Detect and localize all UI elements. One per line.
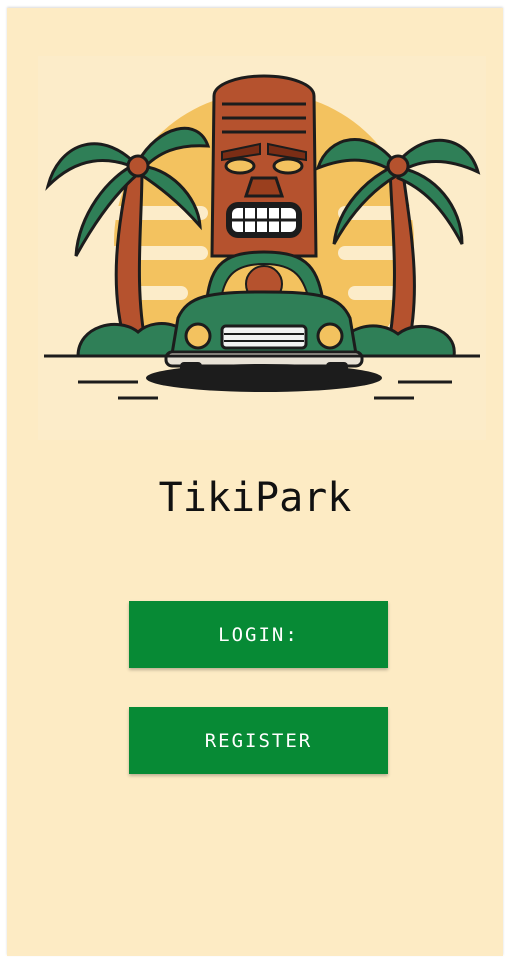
device-frame: TikiPark LOGIN: REGISTER	[0, 0, 505, 963]
app-title: TikiPark	[158, 475, 352, 521]
register-button[interactable]: REGISTER	[129, 707, 388, 774]
login-button[interactable]: LOGIN:	[129, 601, 388, 668]
tiki-car-palm-logo	[38, 56, 486, 440]
welcome-screen: TikiPark LOGIN: REGISTER	[7, 8, 503, 956]
